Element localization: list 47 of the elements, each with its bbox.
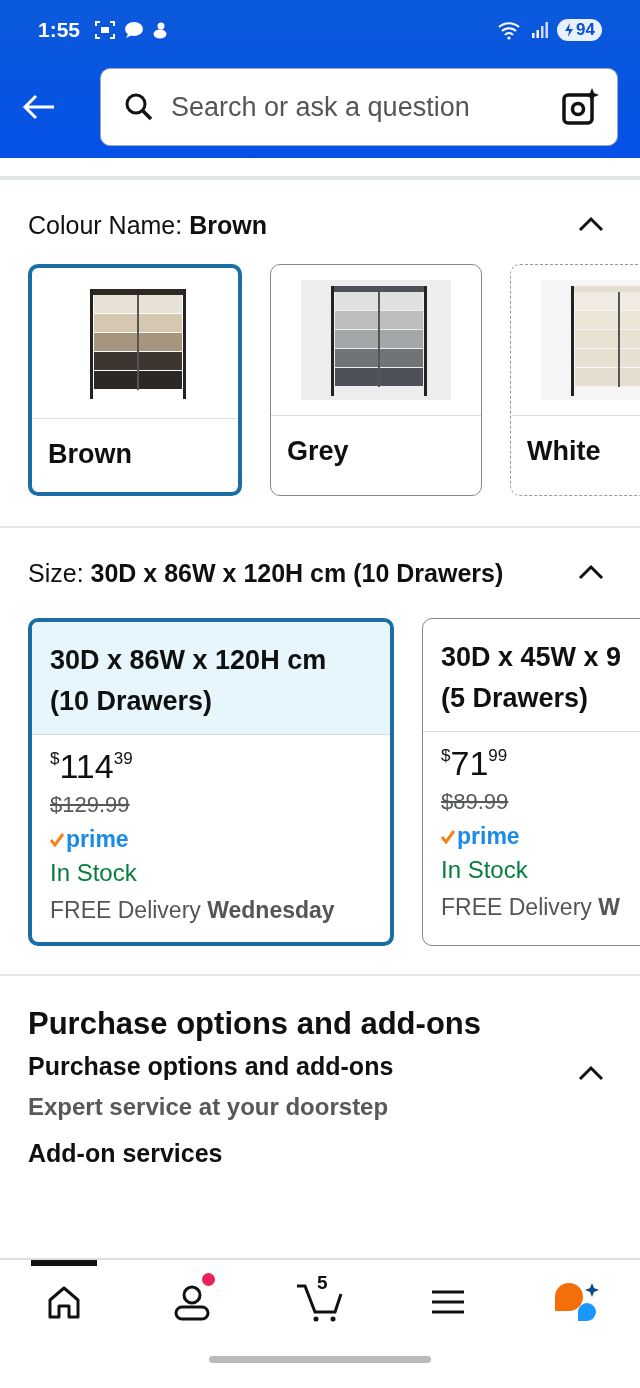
search-field[interactable]: Search or ask a question [169, 90, 547, 124]
chat-bubbles-icon [553, 1281, 599, 1323]
section-heading: Purchase options and add-ons [28, 1006, 482, 1042]
section-subheading: Purchase options and add-ons [28, 1052, 394, 1081]
screenshot-icon [94, 20, 117, 40]
cart-count: 5 [317, 1272, 328, 1294]
price: $^{$}$71$^{99}$ [441, 744, 509, 783]
chevron-icon[interactable] [578, 216, 604, 232]
delivery-info: FREE Delivery W [441, 894, 621, 921]
camera-icon[interactable] [561, 88, 599, 126]
size-title: 30D x 86W x 120H cm [50, 644, 328, 677]
nav-tab[interactable]: 5 [275, 1260, 365, 1344]
colour-name: Grey [286, 435, 350, 468]
size-heading: Size: 30D x 86W x 120H cm (10 Drawers) [28, 558, 505, 589]
colour-name: White [526, 435, 602, 468]
stock-status: In Stock [441, 856, 529, 884]
search-icon [123, 91, 155, 123]
prime-label: prime [66, 826, 129, 853]
stock-status: In Stock [50, 859, 138, 887]
colour-option[interactable]: Grey [270, 264, 482, 496]
list-price: $89.99 [441, 789, 510, 815]
price: $^{$}$114$^{39}$ [50, 747, 134, 786]
status-time: 1:55 [38, 18, 81, 42]
delivery-info: FREE Delivery Wednesday [50, 897, 336, 924]
back-arrow-icon[interactable] [22, 94, 56, 120]
chat-icon [124, 21, 145, 39]
prime-label: prime [457, 823, 520, 850]
size-option[interactable]: 30D x 86W x 120H cm (10 Drawers) $^{$}$114$^{39}$ $129.99 prime In Stock FREE Delivery Wednesday [28, 618, 394, 946]
person-icon [173, 1283, 211, 1321]
size-option[interactable]: 30D x 45W x 9 (5 Drawers) $^{$}$71$^{99}$ $89.99 prime In Stock FREE Delivery W [422, 618, 640, 946]
colour-name: Brown [47, 438, 133, 471]
chevron-icon[interactable] [578, 564, 604, 580]
chevron-icon[interactable] [578, 1064, 604, 1081]
size-title: (10 Drawers) [50, 685, 214, 718]
signal-icon [531, 22, 550, 38]
service-description: Expert service at your doorstep [28, 1093, 390, 1121]
colour-option[interactable]: Brown [28, 264, 242, 496]
colour-option[interactable]: White [510, 264, 640, 496]
size-title: (5 Drawers) [441, 682, 590, 715]
menu-icon [431, 1289, 465, 1315]
addon-label: Add-on services [28, 1139, 224, 1168]
list-price: $129.99 [50, 792, 131, 818]
search-bar[interactable]: Search or ask a question [100, 68, 618, 146]
home-icon [46, 1285, 82, 1319]
size-title: 30D x 45W x 9 [441, 641, 623, 674]
battery-indicator: 94 [557, 19, 602, 41]
colour-heading: Colour Name: Brown [28, 210, 268, 241]
